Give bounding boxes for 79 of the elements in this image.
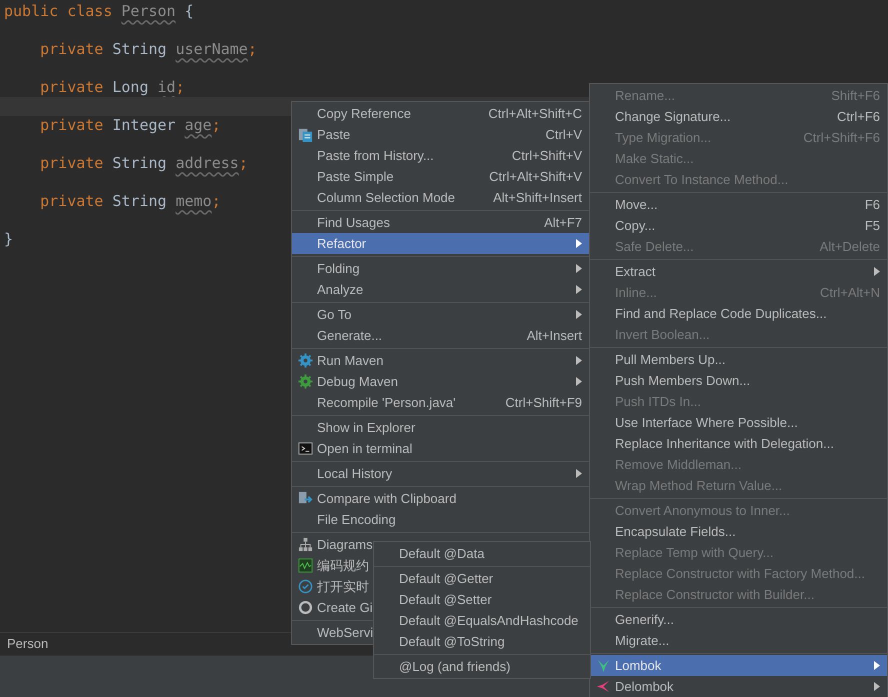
menu-item-label: Paste Simple xyxy=(317,168,394,186)
menu-item-label: Create Gi xyxy=(317,598,373,617)
shortcut-label: F6 xyxy=(864,196,880,214)
shortcut-label: Ctrl+Shift+F6 xyxy=(803,128,880,147)
menu-item-label: Go To xyxy=(317,306,352,324)
menu-item-label: Convert Anonymous to Inner... xyxy=(615,502,790,520)
menu-item-label: Generify... xyxy=(615,610,674,629)
menu-item-label: Extract xyxy=(615,262,656,281)
menu-item-label: Paste from History... xyxy=(317,146,434,165)
menu-item-label: Local History xyxy=(317,464,392,483)
shortcut-label: Ctrl+F6 xyxy=(837,108,880,126)
menu-item-label: Folding xyxy=(317,260,360,278)
menu-item-label: Default @Setter xyxy=(399,590,492,609)
menu-item-label: 打开实时 xyxy=(317,578,369,596)
menu-item-label: Recompile 'Person.java' xyxy=(317,394,456,412)
menu-item-label: Default @Data xyxy=(399,544,484,563)
code-line: private String userName; xyxy=(39,39,257,60)
menu-item-label: Copy Reference xyxy=(317,104,411,123)
shortcut-label: Alt+F7 xyxy=(544,214,582,232)
code-line: } xyxy=(4,229,14,250)
menu-item-label: Generate... xyxy=(317,326,382,345)
shortcut-label: Alt+Shift+Insert xyxy=(493,188,582,207)
menu-item-label: Run Maven xyxy=(317,352,384,370)
menu-item-label: Type Migration... xyxy=(615,128,712,147)
code-line: private Long id; xyxy=(39,77,185,98)
menu-item-label: Remove Middleman... xyxy=(615,456,742,474)
menu-item-label: Column Selection Mode xyxy=(317,188,456,207)
menu-item-label: Show in Explorer xyxy=(317,418,416,437)
menu-item-label: Migrate... xyxy=(615,632,670,650)
code-line: private String address; xyxy=(39,153,248,174)
menu-item-label: Debug Maven xyxy=(317,372,398,391)
shortcut-label: Ctrl+Alt+N xyxy=(820,284,880,302)
menu-item-label: Pull Members Up... xyxy=(615,350,726,369)
menu-item-label: Make Static... xyxy=(615,150,694,168)
menu-item-label: Move... xyxy=(615,196,658,214)
code-line: public class Person { xyxy=(4,1,194,22)
menu-item-label: Replace Constructor with Factory Method... xyxy=(615,564,865,583)
shortcut-label: Ctrl+V xyxy=(546,126,582,144)
shortcut-label: Ctrl+Shift+V xyxy=(512,146,582,165)
menu-item-label: Encapsulate Fields... xyxy=(615,522,736,541)
shortcut-label: Shift+F6 xyxy=(831,86,880,105)
menu-item-label: Rename... xyxy=(615,86,675,105)
code-line: private String memo; xyxy=(39,191,221,212)
shortcut-label: Ctrl+Alt+Shift+V xyxy=(489,168,582,186)
menu-item-label: Replace Temp with Query... xyxy=(615,544,774,562)
menu-item-label: Convert To Instance Method... xyxy=(615,170,788,189)
shortcut-label: F5 xyxy=(864,216,880,235)
shortcut-label: Alt+Delete xyxy=(820,238,880,256)
menu-item-label: Wrap Method Return Value... xyxy=(615,476,782,495)
menu-item-label: Safe Delete... xyxy=(615,238,694,256)
menu-item-label: Replace Constructor with Builder... xyxy=(615,586,814,604)
menu-item-label: Inline... xyxy=(615,284,657,302)
menu-item-label: Refactor xyxy=(317,234,366,253)
menu-item-label: Change Signature... xyxy=(615,108,731,126)
menu-item-label: Find Usages xyxy=(317,214,390,232)
menu-item-label: Default @EqualsAndHashcode xyxy=(399,612,578,630)
menu-item-label: Paste xyxy=(317,126,350,144)
menu-item-label: 编码规约 xyxy=(317,556,369,575)
menu-item-label: Default @ToString xyxy=(399,632,505,651)
menu-item-label: Open in terminal xyxy=(317,440,412,458)
menu-item-label: Analyze xyxy=(317,280,364,299)
menu-item-label: Diagrams xyxy=(317,536,373,554)
menu-item-label: Lombok xyxy=(615,656,662,675)
menu-item-label: @Log (and friends) xyxy=(399,658,510,676)
menu-item-label: Push Members Down... xyxy=(615,372,750,390)
shortcut-label: Ctrl+Alt+Shift+C xyxy=(488,104,582,123)
menu-item-label: Use Interface Where Possible... xyxy=(615,414,798,432)
menu-item-label: Push ITDs In... xyxy=(615,392,701,411)
menu-item-label: File Encoding xyxy=(317,510,396,529)
code-line: private Integer age; xyxy=(39,115,221,136)
menu-item-label: Delombok xyxy=(615,678,674,696)
menu-item-label: Copy... xyxy=(615,216,656,235)
menu-item-label: Find and Replace Code Duplicates... xyxy=(615,304,827,323)
menu-item-label: Default @Getter xyxy=(399,570,494,588)
shortcut-label: Ctrl+Shift+F9 xyxy=(505,394,582,412)
menu-item-label: Replace Inheritance with Delegation... xyxy=(615,434,834,453)
menu-item-label: Invert Boolean... xyxy=(615,326,710,344)
menu-item-label: Compare with Clipboard xyxy=(317,490,456,508)
shortcut-label: Alt+Insert xyxy=(526,326,582,345)
